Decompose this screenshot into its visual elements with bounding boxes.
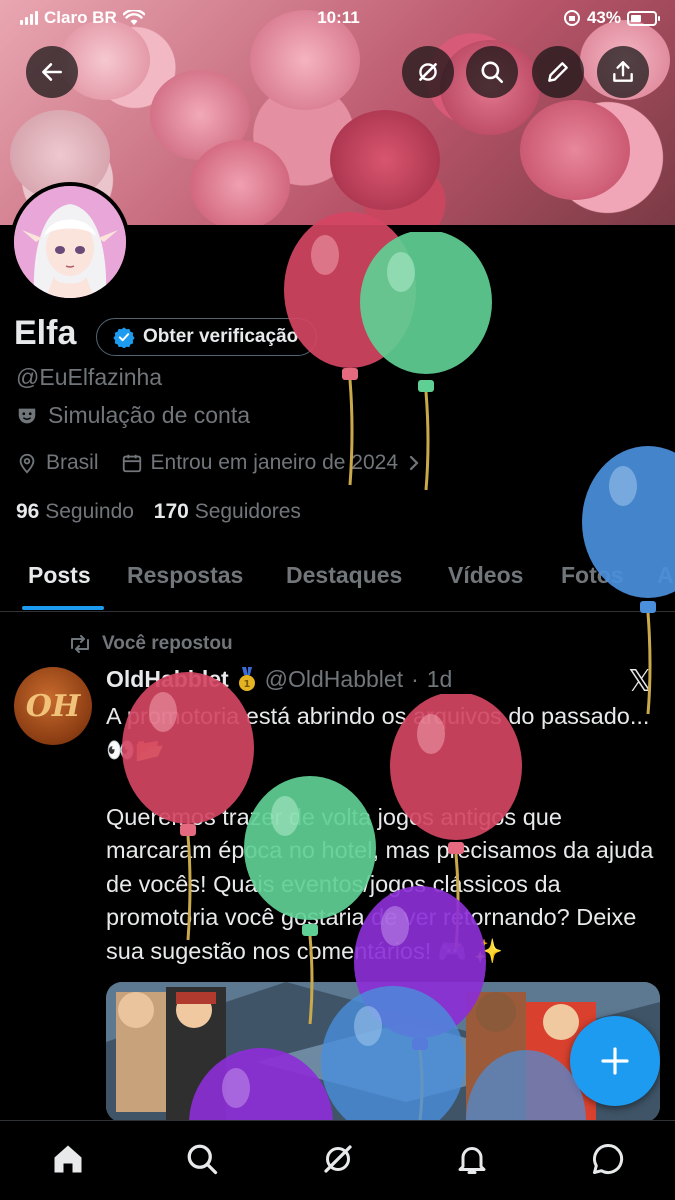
search-icon (187, 1144, 218, 1175)
battery-percent: 43% (586, 8, 621, 27)
x-logo-icon[interactable]: 𝕏 (628, 664, 652, 699)
profile-bio: Simulação de conta (16, 402, 250, 429)
avatar-illustration (14, 186, 126, 298)
tab-photos[interactable]: Fotos (561, 562, 624, 589)
theater-mask-icon (18, 408, 36, 423)
tab-articles[interactable]: A (657, 562, 674, 589)
profile-handle: @EuElfazinha (16, 364, 163, 390)
home-icon (54, 1145, 82, 1173)
message-icon (593, 1143, 624, 1174)
grok-button[interactable] (402, 46, 454, 98)
profile-tabs: Posts Respostas Destaques Vídeos Fotos A (0, 540, 675, 612)
status-bar: Claro BR 10:11 43% (0, 0, 675, 36)
followers-count: 170 (153, 500, 189, 523)
tab-replies[interactable]: Respostas (127, 562, 243, 589)
grok-icon (419, 63, 437, 81)
compose-post-button[interactable] (570, 1016, 660, 1106)
search-icon (481, 61, 504, 84)
active-tab-indicator (22, 606, 104, 610)
post-text: A promotoria está abrindo os arquivos do… (106, 703, 654, 964)
search-button[interactable] (466, 46, 518, 98)
battery-icon (627, 10, 660, 26)
location-text: Brasil (46, 451, 99, 474)
following-label: Seguindo (45, 500, 134, 523)
bottom-navigation (0, 1120, 675, 1200)
bell-icon (458, 1147, 486, 1174)
followers-link[interactable]: 170 Seguidores (154, 500, 301, 523)
carrier-name: Claro BR (44, 8, 117, 27)
repost-label: Você repostou (102, 633, 233, 654)
plus-icon (601, 1047, 629, 1075)
repost-icon (71, 635, 89, 653)
verified-badge-icon (113, 327, 135, 348)
cellular-signal-icon (20, 11, 38, 25)
svg-text:1: 1 (243, 679, 250, 690)
get-verified-button[interactable]: Obter verificação (96, 318, 318, 356)
share-icon (613, 61, 633, 82)
nav-search[interactable] (182, 1139, 222, 1179)
profile-name: Elfa (14, 314, 77, 352)
grok-icon (324, 1145, 352, 1173)
bio-text: Simulação de conta (48, 402, 251, 428)
repost-indicator: Você repostou (68, 633, 233, 655)
get-verified-label: Obter verificação (143, 326, 299, 347)
profile-meta: Brasil Entrou em janeiro de 2024 (16, 451, 422, 475)
medal-icon: 1 (238, 666, 255, 691)
tab-videos[interactable]: Vídeos (448, 562, 523, 589)
nav-grok[interactable] (318, 1139, 358, 1179)
tab-highlights[interactable]: Destaques (286, 562, 402, 589)
nav-notifications[interactable] (452, 1139, 492, 1179)
post-author-avatar[interactable]: OH (14, 667, 92, 745)
profile-avatar[interactable] (10, 182, 130, 302)
followers-label: Seguidores (194, 500, 301, 523)
wifi-icon (122, 10, 145, 25)
following-link[interactable]: 96 Seguindo (16, 500, 134, 523)
tab-posts[interactable]: Posts (28, 562, 91, 589)
following-count: 96 (16, 500, 40, 523)
orientation-lock-icon (563, 10, 580, 26)
post-author-handle[interactable]: @OldHabblet (265, 666, 403, 693)
clock: 10:11 (317, 8, 360, 27)
joined-text[interactable]: Entrou em janeiro de 2024 (151, 451, 399, 475)
chevron-right-icon[interactable] (406, 453, 422, 473)
follow-stats: 96 Seguindo 170 Seguidores (16, 500, 301, 524)
arrow-left-icon (42, 63, 62, 81)
nav-messages[interactable] (588, 1139, 628, 1179)
calendar-icon (122, 454, 141, 473)
post-author-name[interactable]: OldHabblet (106, 666, 229, 693)
share-button[interactable] (597, 46, 649, 98)
location-icon (19, 453, 35, 474)
edit-button[interactable] (532, 46, 584, 98)
pencil-icon (548, 62, 568, 82)
post-header: OldHabblet 1 @OldHabblet · 1d (106, 666, 453, 693)
nav-home[interactable] (48, 1139, 88, 1179)
back-button[interactable] (26, 46, 78, 98)
post-time: 1d (426, 666, 453, 692)
